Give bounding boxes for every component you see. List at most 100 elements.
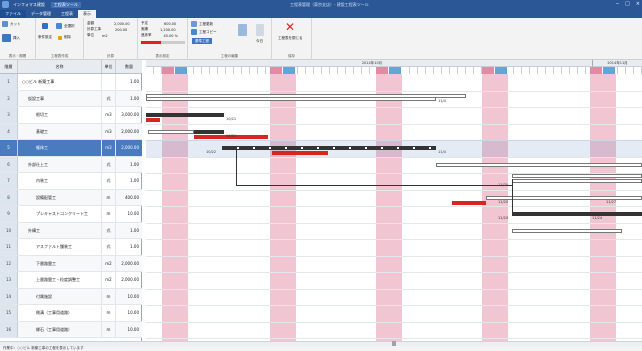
app-title: インフォマス建設 (13, 1, 45, 7)
plan-bar[interactable] (512, 228, 622, 233)
row-qty: 10.00 (127, 211, 139, 216)
close-schedule-label[interactable]: 工程表を閉じる (278, 36, 306, 41)
actual-bar[interactable] (146, 113, 224, 118)
table-row[interactable]: 2 仮設工事式 1.00 (0, 90, 142, 107)
update-icon (191, 21, 197, 27)
close-window-button[interactable]: × (636, 1, 640, 7)
col-header-level[interactable]: 階層 (0, 60, 18, 73)
row-line (146, 206, 642, 207)
condition-button[interactable]: 条件設定 (38, 35, 52, 40)
plan-bar[interactable] (512, 174, 642, 179)
tab-file[interactable]: ファイル (0, 10, 26, 18)
row-line (146, 90, 642, 92)
progress-bar[interactable] (146, 118, 160, 123)
table-row[interactable]: 8 設備配管工 m 400.00 (0, 189, 142, 206)
row-number: 3 (0, 107, 18, 123)
actual-bar[interactable] (512, 212, 642, 217)
row-name: 仮設工事 (18, 90, 102, 106)
status-bar: 作業中：○○ビル 新築工事の工程を表示しています (0, 346, 642, 351)
date-label: 11/27 (606, 199, 617, 204)
ribbon-group-save: ✕ 工程表を閉じる 保存 (272, 18, 312, 60)
chart-button[interactable]: 全選択 (56, 23, 75, 29)
table-row[interactable]: 14 付属施設 m 10.00 (0, 288, 142, 305)
col-header-qty[interactable]: 数量 (116, 60, 142, 73)
plan-bar[interactable] (512, 179, 642, 184)
table-row[interactable]: 6 外部仕上工式 1.00 (0, 156, 142, 173)
table-row[interactable]: 10 外構工式 1.00 (0, 222, 142, 239)
plan-bar[interactable] (148, 129, 194, 134)
table-row[interactable]: 16 縁石（工事用道路） m 10.00 (0, 321, 142, 338)
row-name: 上層路盤工・粒度調整工 (18, 272, 102, 288)
table-row[interactable]: 7 内装工式 1.00 (0, 173, 142, 190)
today-button[interactable] (256, 24, 264, 36)
ribbon-group-display: 予定 600.00 実績 1,200.00 進捗率 45.00 % 表示設定 (138, 18, 188, 60)
delete-row-button[interactable]: 削除 (58, 35, 71, 40)
ribbon-group-edit: 工程更新 工程コピー 基準工程 今日 工程の編集 (188, 18, 272, 60)
cut-button[interactable]: カット (2, 21, 21, 27)
date-label: 11/24 (592, 216, 603, 220)
row-line (146, 305, 642, 306)
actual-bar[interactable] (194, 129, 224, 134)
row-unit: m3 (102, 123, 116, 139)
window-caption: 工程表管理（東京支店）- 建設工程表ツール (290, 2, 369, 7)
table-row[interactable]: 1 ○○ビル 新築工事 1.00 (0, 74, 142, 91)
metric-row-6: 進捗率 45.00 % (141, 33, 178, 38)
row-number: 6 (0, 156, 18, 172)
row-unit: m3 (102, 140, 116, 156)
metric-row-2: 計算工事 200.00 (87, 27, 128, 32)
weekend-column (482, 74, 508, 341)
minimize-button[interactable]: ‒ (616, 1, 619, 7)
row-number: 11 (0, 239, 18, 255)
metric-row-3: 単位 m2 (87, 33, 108, 38)
base-schedule-button[interactable]: 基準工程 (192, 38, 212, 44)
weekend-column (376, 74, 402, 341)
row-unit: 式 (102, 90, 116, 106)
table-row[interactable]: 9 プレキャストコンクリート工 m 10.00 (0, 206, 142, 223)
dependency-line (236, 146, 512, 187)
row-unit: m (102, 321, 116, 337)
row-name: プレキャストコンクリート工 (18, 206, 102, 222)
close-schedule-icon[interactable]: ✕ (285, 20, 295, 34)
weekend-marker (376, 67, 402, 74)
table-row[interactable]: 12 下層路盤工 m2 2,000.00 (0, 255, 142, 272)
weekend-column (590, 74, 616, 341)
setting-button[interactable] (42, 23, 48, 29)
table-row[interactable]: 4 基礎工 m3 2,000.00 (0, 123, 142, 140)
table-row[interactable]: 11 アスファルト舗装工式 1.00 (0, 239, 142, 256)
update-button[interactable]: 工程更新 (191, 21, 213, 27)
plan-bar[interactable] (486, 195, 642, 200)
col-header-name[interactable]: 名称 (18, 60, 102, 73)
tab-view[interactable]: 表示 (78, 10, 96, 18)
table-row[interactable]: 13 上層路盤工・粒度調整工 m2 2,000.00 (0, 272, 142, 289)
dependency-line (512, 179, 513, 214)
progress-bar[interactable] (452, 200, 486, 205)
row-qty: 1.00 (130, 161, 139, 167)
table-row[interactable]: 5 躯体工 m3 2,000.00 (0, 140, 142, 157)
chart-icon (56, 23, 62, 29)
row-unit: m (102, 288, 116, 304)
row-line (146, 288, 642, 290)
tab-data[interactable]: データ管理 (26, 10, 56, 18)
date-label: 10/21 (226, 133, 237, 138)
row-unit: m2 (102, 272, 116, 288)
insert-button[interactable]: 挿入 (2, 34, 20, 42)
row-unit: 式 (102, 173, 116, 189)
row-unit (102, 74, 116, 90)
row-number: 16 (0, 321, 18, 337)
col-header-unit[interactable]: 単位 (102, 60, 116, 73)
maximize-button[interactable]: □ (625, 1, 630, 7)
row-qty: 1.00 (130, 244, 139, 249)
plan-bar[interactable] (146, 93, 466, 98)
arrow-up-button[interactable] (238, 24, 247, 36)
row-number: 4 (0, 123, 18, 139)
table-row[interactable]: 15 側溝（工事用道路） m 10.00 (0, 305, 142, 322)
weekend-marker (590, 67, 616, 74)
tab-schedule[interactable]: 工程表 (56, 10, 78, 18)
weekend-marker (162, 67, 188, 74)
row-line (146, 189, 642, 191)
row-qty: 1.00 (130, 95, 139, 101)
table-row[interactable]: 3 根切工 m3 3,000.00 (0, 107, 142, 124)
row-qty: 1.00 (130, 79, 139, 84)
copy-button[interactable]: 工程コピー (191, 29, 217, 35)
row-name: ○○ビル 新築工事 (18, 74, 102, 90)
